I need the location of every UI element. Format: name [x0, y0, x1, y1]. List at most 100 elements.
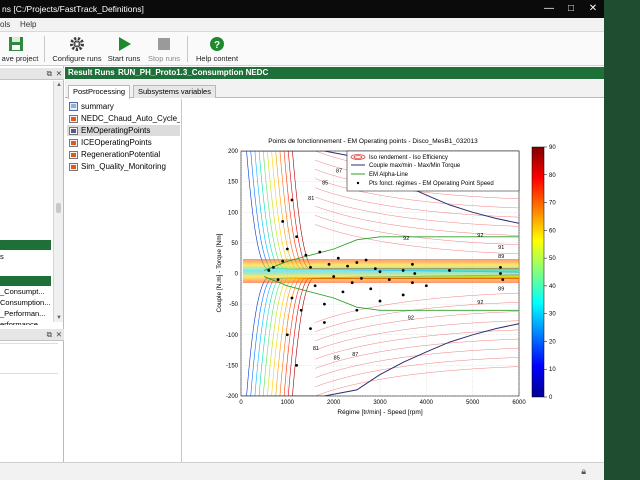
toolbar-separator [187, 36, 188, 62]
colorbar-tick-label: 70 [549, 201, 556, 207]
operating-point [341, 290, 345, 294]
legend-operating-points: Pts fonct. régimes - EM Operating Point … [369, 181, 494, 187]
toolbar: ave project Configure runs Start runs St… [0, 32, 604, 66]
minimize-button[interactable]: — [538, 0, 560, 18]
close-panel-icon[interactable]: ✕ [56, 330, 62, 339]
tab-postprocessing[interactable]: PostProcessing [68, 85, 131, 99]
left-scrollbar[interactable]: ▲ ▼ [53, 81, 63, 322]
result-runs-header: Result Runs RUN_PH_Proto1.3_Consumption … [65, 67, 604, 79]
close-panel-icon[interactable]: ✕ [56, 69, 62, 78]
undock-icon[interactable]: ⧉ [47, 69, 52, 79]
x-tick-label: 4000 [420, 400, 434, 406]
operating-point [323, 321, 326, 324]
folder-icon [69, 115, 78, 123]
iso-efficiency-label: 92 [477, 233, 483, 239]
x-tick-label: 3000 [373, 400, 387, 406]
tab-subsystems-variables[interactable]: Subsystems variables [133, 85, 216, 98]
window-title: ns [C:/Projects/FastTrack_Definitions] [2, 4, 144, 14]
iso-efficiency-label: 81 [313, 346, 319, 352]
postprocessing-tree: summary NEDC_Chaud_Auto_Cycle_r EMOperat… [65, 99, 182, 462]
y-tick-label: 100 [228, 210, 239, 216]
panel-header: ⧉ ✕ [0, 68, 64, 80]
operating-point [309, 327, 312, 331]
menu-tools[interactable]: ols [0, 20, 10, 29]
colorbar-tick-label: 60 [549, 228, 556, 234]
y-tick-label: 200 [228, 149, 239, 155]
em-operating-points-chart: Points de fonctionnement - EM Operating … [216, 138, 556, 416]
operating-point [318, 250, 322, 254]
help-content-button[interactable]: ? Help content [194, 34, 240, 64]
operating-point [281, 259, 285, 263]
stop-icon [158, 38, 170, 50]
y-tick-label: -50 [229, 302, 238, 308]
operating-point [448, 269, 451, 272]
colorbar-tick-label: 40 [549, 284, 556, 290]
iso-efficiency-label: 92 [477, 300, 483, 306]
operating-point [295, 363, 298, 367]
menu-help[interactable]: Help [20, 20, 36, 29]
left-list-item[interactable]: erformance... [0, 320, 50, 325]
help-icon: ? [210, 37, 224, 51]
operating-point [411, 281, 414, 285]
maximize-button[interactable]: □ [560, 0, 582, 18]
chart-legend: Iso rendement - Iso Efficiency Couple ma… [346, 150, 520, 192]
close-button[interactable]: ✕ [582, 0, 604, 18]
scroll-up-icon[interactable]: ▲ [54, 81, 64, 89]
svg-text:?: ? [214, 40, 220, 51]
tree-item-regenerationpotential[interactable]: RegenerationPotential [67, 149, 180, 160]
configure-runs-button[interactable]: Configure runs [52, 34, 102, 64]
tree-item-iceoperatingpoints[interactable]: ICEOperatingPoints [67, 137, 180, 148]
iso-efficiency-label: 85 [322, 181, 328, 187]
iso-efficiency-label: 92 [403, 236, 409, 242]
start-runs-button[interactable]: Start runs [106, 34, 142, 64]
x-tick-label: 1000 [281, 400, 295, 406]
iso-efficiency-label: 85 [334, 355, 340, 361]
stop-runs-button[interactable]: Stop runs [147, 34, 181, 64]
undock-icon[interactable]: ⧉ [47, 330, 52, 340]
y-tick-label: 50 [231, 241, 238, 247]
tab-bar: PostProcessing Subsystems variables [65, 80, 604, 99]
iso-efficiency-label: 81 [308, 196, 314, 202]
operating-point [290, 198, 294, 202]
scroll-thumb[interactable] [56, 203, 61, 213]
left-list-item[interactable]: s [0, 252, 50, 262]
y-tick-label: 0 [235, 272, 239, 278]
colorbar-tick-label: 10 [549, 367, 556, 373]
operating-point [373, 267, 377, 270]
save-icon [9, 37, 23, 51]
operating-point [378, 299, 382, 303]
tree-item-summary[interactable]: summary [67, 101, 180, 112]
x-tick-label: 2000 [327, 400, 341, 406]
y-tick-label: 150 [228, 180, 239, 186]
operating-point [355, 308, 359, 312]
iso-efficiency-label: 87 [352, 352, 358, 358]
title-bar: ns [C:/Projects/FastTrack_Definitions] —… [0, 0, 604, 18]
x-axis-label: Régime [tr/min] - Speed [rpm] [337, 409, 422, 416]
save-project-button[interactable]: ave project [0, 34, 40, 64]
plot-area: Points de fonctionnement - EM Operating … [183, 99, 604, 462]
tree-item-sim-quality-monitoring[interactable]: Sim_Quality_Monitoring [67, 161, 180, 172]
scroll-down-icon[interactable]: ▼ [54, 314, 64, 322]
operating-point [355, 261, 359, 264]
left-panel: ⧉ ✕ ▲ ▼ s _Consumpt... Consumption... _P… [0, 66, 64, 480]
iso-efficiency-label: 89 [498, 254, 504, 260]
operating-point [272, 265, 275, 269]
tree-item-emoperatingpoints[interactable]: EMOperatingPoints [67, 125, 180, 136]
colorbar-tick-label: 50 [549, 256, 556, 262]
lock-icon: 🔒︎ [581, 466, 586, 476]
operating-point [413, 272, 417, 275]
y-axis-label: Couple [N.m] - Torque [Nm] [216, 233, 223, 312]
colorbar-ticks: 0 10 20 30 40 50 60 70 80 90 [544, 145, 556, 401]
operating-point [327, 262, 331, 266]
operating-point [276, 278, 280, 282]
left-list-item[interactable]: _Consumpt... [0, 287, 50, 297]
play-icon [119, 37, 131, 51]
x-tick-label: 5000 [466, 400, 480, 406]
legend-max-torque: Couple max/min - Max/Min Torque [369, 163, 461, 169]
colorbar-tick-label: 0 [549, 395, 553, 401]
x-tick-label: 6000 [512, 400, 526, 406]
left-list-item[interactable]: _Performan... [0, 309, 50, 319]
tree-item-nedc[interactable]: NEDC_Chaud_Auto_Cycle_r [67, 113, 180, 124]
left-list-item[interactable]: Consumption... [0, 298, 50, 308]
run-name: RUN_PH_Proto1.3_Consumption NEDC [118, 68, 269, 77]
